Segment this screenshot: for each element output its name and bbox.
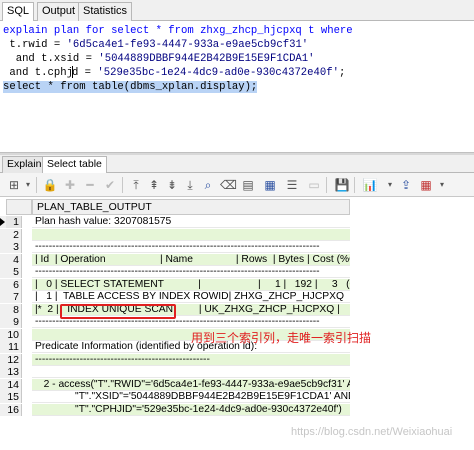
row-number[interactable]: 14 — [6, 378, 22, 391]
row-number[interactable]: 5 — [6, 266, 22, 278]
table-row[interactable]: | 1 | TABLE ACCESS BY INDEX ROWID| ZHXG_… — [32, 291, 350, 303]
row-number[interactable]: 11 — [6, 341, 22, 353]
row-number[interactable]: 7 — [6, 291, 22, 303]
sql-line[interactable]: explain plan for select * from zhxg_zhcp… — [3, 24, 353, 38]
table-row[interactable]: "T"."CPHJID"='529e35bc-1e24-4dc9-ad0e-93… — [32, 403, 350, 416]
row-number[interactable]: 4 — [6, 253, 22, 266]
row-number[interactable]: 1 — [6, 216, 22, 228]
tab-explain[interactable]: Explain — [2, 156, 47, 173]
sql-line[interactable]: and t.xsid = '5044889DBBF944E2B42B9E15E9… — [3, 52, 315, 66]
sql-token: select * from table(dbms_xplan.display); — [3, 81, 258, 93]
current-row-arrow-icon — [0, 218, 5, 226]
save-icon[interactable]: 💾 — [334, 177, 350, 193]
chart-icon[interactable]: 📊 — [362, 177, 378, 193]
add-row-icon[interactable]: ✚ — [62, 177, 78, 193]
row-number[interactable]: 2 — [6, 228, 22, 241]
sql-line[interactable]: and t.cphjd = '529e35bc-1e24-4dc9-ad0e-9… — [3, 66, 345, 80]
sql-line[interactable]: select * from table(dbms_xplan.display); — [3, 80, 258, 94]
sql-token: explain plan for select * from zhxg_zhcp… — [3, 25, 353, 37]
table-row[interactable]: ----------------------------------------… — [32, 241, 350, 253]
delete-row-icon[interactable]: ━ — [82, 177, 98, 193]
row-number[interactable]: 10 — [6, 328, 22, 341]
result-grid[interactable]: PLAN_TABLE_OUTPUT 1 Plan hash value: 3207… — [0, 197, 474, 450]
sql-token: and t.cphj — [3, 67, 73, 79]
sql-token: '5044889DBBF944E2B42B9E15E9F1CDA1' — [98, 53, 315, 65]
tab-statistics[interactable]: Statistics — [78, 2, 133, 21]
tab-output[interactable]: Output — [37, 2, 81, 21]
export-icon[interactable]: ⇪ — [398, 177, 414, 193]
post-icon[interactable]: ✔ — [102, 177, 118, 193]
sql-token: '529e35bc-1e24-4dc9-ad0e-930c4372e40f' — [97, 67, 339, 79]
first-record-icon[interactable]: ⤒ — [128, 177, 144, 193]
sql-token: and t.xsid = — [3, 53, 99, 65]
disabled-icon[interactable]: ▭ — [306, 177, 322, 193]
table-row[interactable]: ----------------------------------------… — [32, 266, 350, 278]
sql-token: ; — [338, 67, 346, 79]
row-number[interactable]: 9 — [6, 316, 22, 328]
binoculars-icon[interactable]: ⌕ — [200, 177, 216, 193]
table-row[interactable]: | 0 | SELECT STATEMENT | | 1 | 192 | 3 (… — [32, 278, 350, 291]
prev-record-icon[interactable]: ⇞ — [146, 177, 162, 193]
table-row[interactable]: | Id | Operation | Name | Rows | Bytes |… — [32, 253, 350, 266]
column-header[interactable]: PLAN_TABLE_OUTPUT — [32, 199, 350, 215]
highlight-box — [60, 304, 176, 319]
row-number[interactable]: 3 — [6, 241, 22, 253]
row-header-corner — [6, 199, 32, 215]
list-icon[interactable]: ☰ — [284, 177, 300, 193]
clear-icon[interactable]: ⌫ — [220, 177, 237, 193]
table-row[interactable]: ----------------------------------------… — [32, 353, 350, 366]
table-row[interactable] — [32, 366, 350, 378]
sql-token: t.rwid = — [3, 39, 67, 51]
sql-editor[interactable]: explain plan for select * from zhxg_zhcp… — [0, 21, 474, 152]
tab-sql[interactable]: SQL — [2, 2, 35, 22]
table-icon[interactable]: ▦ — [262, 177, 278, 193]
sql-token: '6d5ca4e1-fe93-4447-933a-e9ae5cb9cf31' — [66, 39, 309, 51]
row-number[interactable]: 8 — [6, 303, 22, 316]
editor-tab-bar: SQL Output Statistics — [0, 0, 474, 22]
table-row[interactable]: Plan hash value: 3207081575 — [32, 216, 350, 228]
row-number[interactable]: 6 — [6, 278, 22, 291]
sql-line[interactable]: t.rwid = '6d5ca4e1-fe93-4447-933a-e9ae5c… — [3, 38, 308, 52]
dropdown-icon[interactable]: ▾ — [382, 177, 398, 193]
table-row[interactable] — [32, 228, 350, 241]
dropdown-icon[interactable]: ▾ — [20, 177, 36, 193]
single-record-icon[interactable]: ▤ — [240, 177, 256, 193]
table-export-icon[interactable]: ▦ — [418, 177, 434, 193]
lock-icon[interactable]: 🔒 — [42, 177, 58, 193]
watermark: https://blog.csdn.net/Weixiaohuai — [291, 426, 453, 438]
table-row[interactable]: "T"."XSID"='5044889DBBF944E2B42B9E15E9F1… — [32, 391, 350, 403]
sql-token: d = — [71, 67, 98, 79]
row-number[interactable]: 13 — [6, 366, 22, 378]
grid-toolbar: ⊞ ▾ 🔒 ✚ ━ ✔ ⤒ ⇞ ⇟ ⤓ ⌕ ⌫ ▤ ▦ ☰ ▭ 💾 📊 ▾ ⇪ … — [0, 173, 474, 197]
row-number[interactable]: 12 — [6, 353, 22, 366]
tab-select-table[interactable]: Select table — [42, 156, 107, 174]
last-record-icon[interactable]: ⤓ — [182, 177, 198, 193]
dropdown-icon[interactable]: ▾ — [434, 177, 450, 193]
row-number[interactable]: 16 — [6, 403, 22, 416]
next-record-icon[interactable]: ⇟ — [164, 177, 180, 193]
table-row[interactable]: 2 - access("T"."RWID"='6d5ca4e1-fe93-444… — [32, 378, 350, 391]
annotation-text: 用到三个索引列，走唯一索引扫描 — [191, 331, 372, 345]
result-tab-bar: Explain Select table — [0, 155, 474, 174]
row-number[interactable]: 15 — [6, 391, 22, 403]
